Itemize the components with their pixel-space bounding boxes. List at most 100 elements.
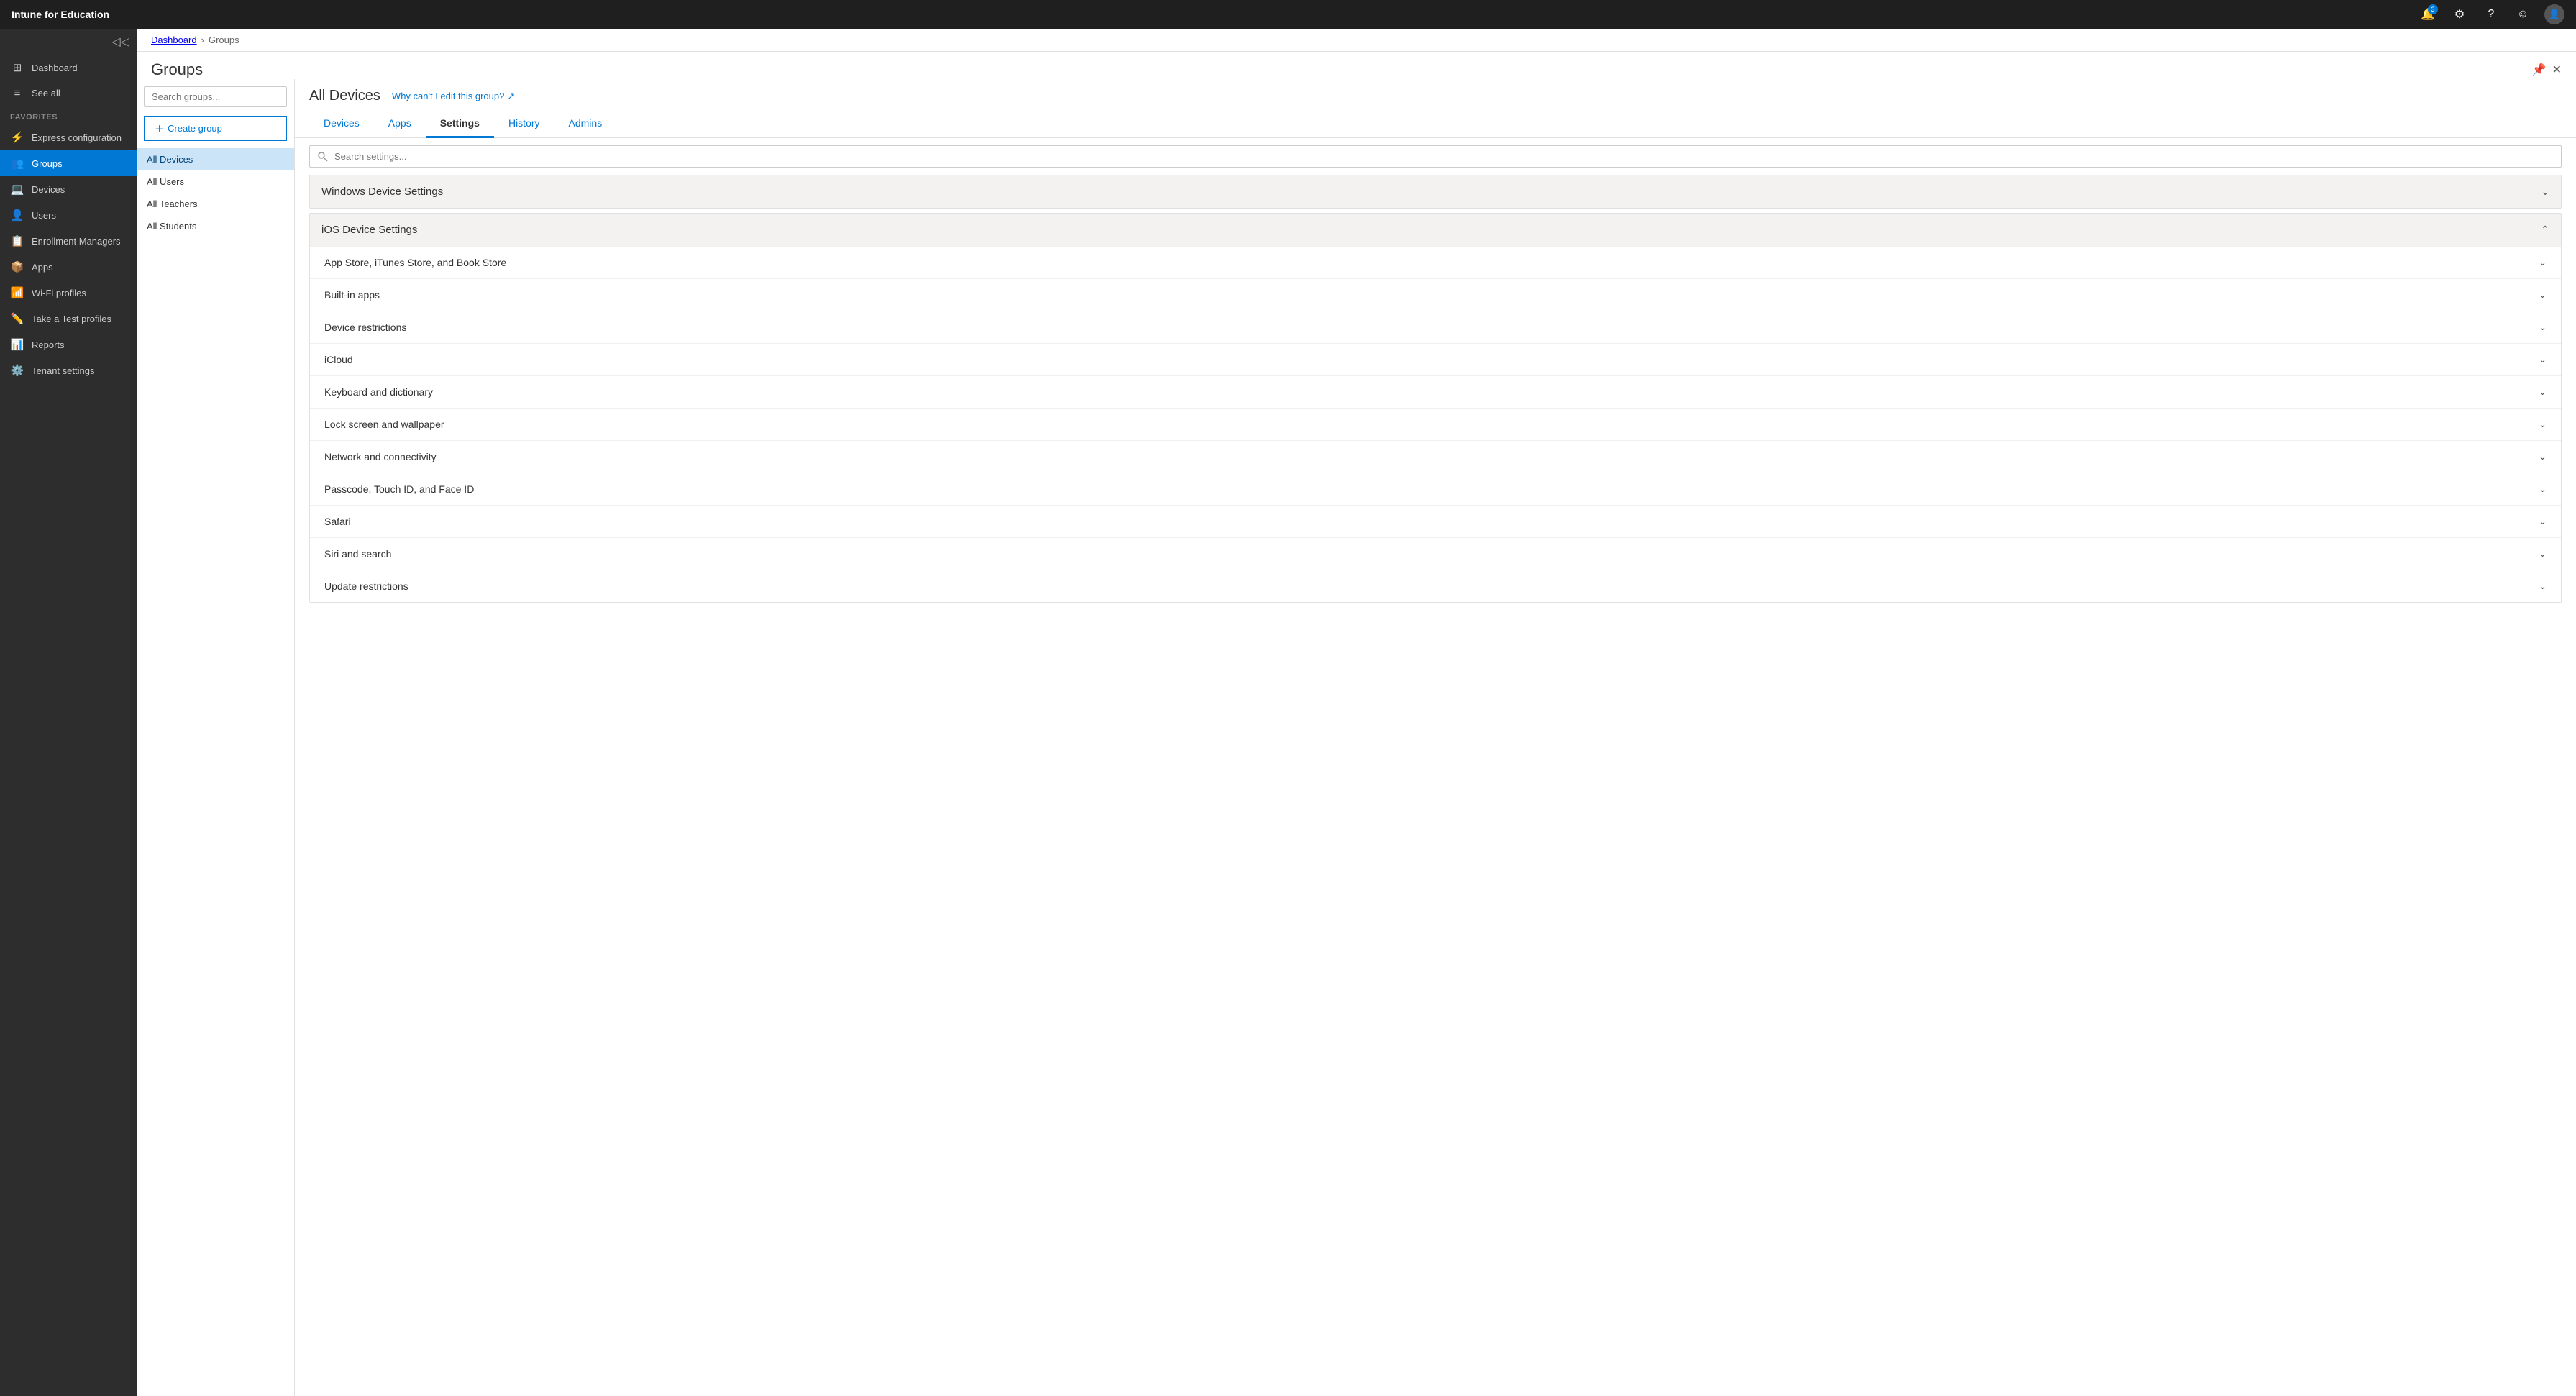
- setting-app-store[interactable]: App Store, iTunes Store, and Book Store …: [310, 246, 2561, 278]
- groups-icon: 👥: [10, 157, 24, 170]
- chevron-down-icon: ⌄: [2539, 451, 2547, 462]
- tenant-icon: ⚙️: [10, 364, 24, 377]
- edit-group-link[interactable]: Why can't I edit this group? ↗: [392, 91, 515, 102]
- setting-built-in-apps[interactable]: Built-in apps ⌄: [310, 278, 2561, 311]
- breadcrumb: Dashboard › Groups: [137, 29, 2576, 52]
- dashboard-icon: ⊞: [10, 61, 24, 74]
- sidebar-item-dashboard[interactable]: ⊞ Dashboard: [0, 55, 137, 81]
- sidebar-item-label: Reports: [32, 339, 65, 350]
- sidebar-item-devices[interactable]: 💻 Devices: [0, 176, 137, 202]
- tab-history[interactable]: History: [494, 110, 554, 138]
- collapse-button[interactable]: ◁◁: [111, 35, 129, 49]
- sidebar-item-reports[interactable]: 📊 Reports: [0, 332, 137, 357]
- page-title: Groups: [151, 60, 203, 79]
- app-brand: Intune for Education: [12, 9, 2418, 20]
- sidebar-item-label: Take a Test profiles: [32, 314, 111, 324]
- devices-icon: 💻: [10, 183, 24, 196]
- setting-lock-screen-label: Lock screen and wallpaper: [324, 419, 444, 430]
- settings-button[interactable]: ⚙: [2449, 4, 2470, 24]
- chevron-down-icon: ⌄: [2539, 483, 2547, 495]
- group-list-item-all-teachers[interactable]: All Teachers: [137, 193, 294, 215]
- sidebar-item-express-config[interactable]: ⚡ Express configuration: [0, 124, 137, 150]
- sidebar-item-tenant[interactable]: ⚙️ Tenant settings: [0, 357, 137, 383]
- sidebar-item-groups[interactable]: 👥 Groups: [0, 150, 137, 176]
- users-icon: 👤: [10, 209, 24, 222]
- setting-built-in-apps-label: Built-in apps: [324, 289, 380, 301]
- setting-device-restrictions[interactable]: Device restrictions ⌄: [310, 311, 2561, 343]
- tab-devices[interactable]: Devices: [309, 110, 374, 138]
- left-panel: ＋ Create group All Devices All Users All…: [137, 79, 295, 1396]
- sidebar-item-label: Users: [32, 210, 56, 221]
- user-button[interactable]: ☺: [2513, 4, 2533, 24]
- sidebar-item-users[interactable]: 👤 Users: [0, 202, 137, 228]
- settings-content: Windows Device Settings ⌄ iOS Device Set…: [295, 138, 2576, 1396]
- chevron-down-icon: ⌄: [2539, 289, 2547, 301]
- express-icon: ⚡: [10, 131, 24, 144]
- notifications-badge: 3: [2428, 4, 2438, 14]
- group-list-item-all-devices[interactable]: All Devices: [137, 148, 294, 170]
- sidebar-item-enrollment[interactable]: 📋 Enrollment Managers: [0, 228, 137, 254]
- sidebar-item-label: Devices: [32, 184, 65, 195]
- close-button[interactable]: ✕: [2552, 63, 2562, 77]
- tabs-bar: Devices Apps Settings History Admins: [295, 110, 2576, 138]
- topbar: Intune for Education 🔔 3 ⚙ ? ☺ 👤: [0, 0, 2576, 29]
- chevron-down-icon: ⌄: [2539, 580, 2547, 592]
- group-name: All Devices: [309, 88, 380, 104]
- tab-settings[interactable]: Settings: [426, 110, 494, 138]
- setting-lock-screen[interactable]: Lock screen and wallpaper ⌄: [310, 408, 2561, 440]
- setting-passcode[interactable]: Passcode, Touch ID, and Face ID ⌄: [310, 473, 2561, 505]
- avatar[interactable]: 👤: [2544, 4, 2564, 24]
- chevron-down-icon: ⌄: [2539, 354, 2547, 365]
- setting-icloud[interactable]: iCloud ⌄: [310, 343, 2561, 375]
- windows-section-label: Windows Device Settings: [321, 186, 443, 198]
- tab-admins[interactable]: Admins: [554, 110, 617, 138]
- chevron-down-icon: ⌄: [2539, 548, 2547, 560]
- setting-update-restrictions-label: Update restrictions: [324, 580, 408, 592]
- sidebar-item-take-a-test[interactable]: ✏️ Take a Test profiles: [0, 306, 137, 332]
- page-header: Groups 📌 ✕: [137, 52, 2576, 79]
- group-title-bar: All Devices Why can't I edit this group?…: [295, 79, 2576, 104]
- group-list-item-all-users[interactable]: All Users: [137, 170, 294, 193]
- setting-safari[interactable]: Safari ⌄: [310, 505, 2561, 537]
- edit-group-link-text: Why can't I edit this group?: [392, 91, 504, 101]
- main-layout: ◁◁ ⊞ Dashboard ≡ See all FAVORITES ⚡ Exp…: [0, 29, 2576, 1396]
- favorites-label: FAVORITES: [0, 106, 137, 124]
- search-groups-input[interactable]: [144, 86, 287, 107]
- setting-update-restrictions[interactable]: Update restrictions ⌄: [310, 570, 2561, 602]
- external-link-icon: ↗: [507, 91, 515, 102]
- setting-siri-label: Siri and search: [324, 548, 391, 560]
- create-group-label: Create group: [168, 123, 222, 134]
- ios-section-header[interactable]: iOS Device Settings ⌃: [310, 214, 2561, 246]
- setting-siri[interactable]: Siri and search ⌄: [310, 537, 2561, 570]
- sidebar-item-wifi[interactable]: 📶 Wi-Fi profiles: [0, 280, 137, 306]
- notifications-button[interactable]: 🔔 3: [2418, 4, 2438, 24]
- sidebar-item-label: Groups: [32, 158, 63, 169]
- setting-passcode-label: Passcode, Touch ID, and Face ID: [324, 483, 474, 495]
- breadcrumb-dashboard[interactable]: Dashboard: [151, 35, 197, 45]
- enrollment-icon: 📋: [10, 234, 24, 247]
- setting-network-label: Network and connectivity: [324, 451, 437, 462]
- search-settings-input[interactable]: [309, 145, 2562, 168]
- tab-apps[interactable]: Apps: [374, 110, 426, 138]
- setting-safari-label: Safari: [324, 516, 351, 527]
- pin-button[interactable]: 📌: [2532, 63, 2547, 77]
- sidebar-item-label: Express configuration: [32, 132, 122, 143]
- ios-device-settings-section: iOS Device Settings ⌃ App Store, iTunes …: [309, 213, 2562, 603]
- sidebar-item-apps[interactable]: 📦 Apps: [0, 254, 137, 280]
- create-group-button[interactable]: ＋ Create group: [144, 116, 287, 141]
- chevron-down-icon: ⌄: [2539, 419, 2547, 430]
- test-icon: ✏️: [10, 312, 24, 325]
- setting-keyboard[interactable]: Keyboard and dictionary ⌄: [310, 375, 2561, 408]
- chevron-down-icon: ⌄: [2539, 516, 2547, 527]
- windows-section-header[interactable]: Windows Device Settings ⌄: [310, 175, 2561, 208]
- sidebar-item-label: See all: [32, 88, 60, 99]
- ios-section-items: App Store, iTunes Store, and Book Store …: [310, 246, 2561, 602]
- setting-network[interactable]: Network and connectivity ⌄: [310, 440, 2561, 473]
- search-settings-row: [309, 145, 2562, 168]
- sidebar-item-label: Enrollment Managers: [32, 236, 121, 247]
- help-button[interactable]: ?: [2481, 4, 2501, 24]
- chevron-down-icon: ⌄: [2539, 321, 2547, 333]
- group-list-item-all-students[interactable]: All Students: [137, 215, 294, 237]
- setting-keyboard-label: Keyboard and dictionary: [324, 386, 433, 398]
- sidebar-item-see-all[interactable]: ≡ See all: [0, 81, 137, 106]
